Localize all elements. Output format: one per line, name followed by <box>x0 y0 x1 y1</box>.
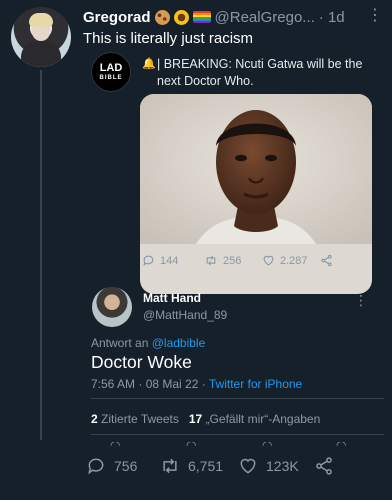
reply-icon <box>143 255 154 267</box>
reply-to-handle[interactable]: @ladbible <box>152 336 206 350</box>
retweet-count: 6,751 <box>188 458 224 474</box>
ladbible-avatar[interactable]: LAD BIBLE <box>91 52 131 92</box>
divider <box>91 434 384 435</box>
reply-icon[interactable]: ◠ <box>110 442 120 450</box>
tweet-time[interactable]: · 1d <box>319 9 345 26</box>
reply-stats: 2 Zitierte Tweets 17 „Gefällt mir“-Angab… <box>91 412 320 426</box>
author-avatar[interactable] <box>11 7 71 67</box>
author-name[interactable]: Gregorad <box>83 9 151 26</box>
reply-author-handle[interactable]: @MattHand_89 <box>143 308 227 322</box>
sunflower-icon <box>173 9 189 25</box>
share-icon <box>321 254 332 267</box>
reply-more-icon[interactable]: ⋮ <box>354 292 368 309</box>
like-icon <box>263 255 274 266</box>
quoted-retweet-count: 256 <box>223 254 242 267</box>
cookie-icon <box>154 9 170 25</box>
more-options-icon[interactable]: ⋮ <box>367 8 383 24</box>
like-icon[interactable]: ◠ <box>262 442 272 450</box>
quoted-retweet-button[interactable]: 256 <box>204 254 241 267</box>
retweet-icon <box>163 458 177 474</box>
thread-line <box>40 70 42 440</box>
quoted-tweet[interactable]: LAD BIBLE 🔔 | BREAKING: Ncuti Gatwa will… <box>82 48 384 294</box>
tweet-actions: 756 6,751 123K <box>0 456 392 484</box>
divider <box>91 398 384 399</box>
rainbow-flag-icon <box>192 11 211 23</box>
ladbible-avatar-subtext: BIBLE <box>99 75 123 81</box>
like-count: 123K <box>266 458 299 474</box>
share-button[interactable] <box>314 456 334 476</box>
author-handle[interactable]: @RealGrego... <box>215 9 315 26</box>
quoted-share-button[interactable] <box>320 254 333 267</box>
quoted-reply-count: 144 <box>160 254 179 267</box>
reply-text: Doctor Woke <box>91 352 192 372</box>
retweet-button[interactable]: 6,751 <box>160 456 223 476</box>
quoted-like-count: 2.287 <box>280 254 308 267</box>
reply-to-line: Antwort an @ladbible <box>91 336 205 350</box>
like-icon <box>240 458 256 474</box>
tweet-header: Gregorad @RealGrego... · 1d <box>83 7 345 27</box>
quoted-tweet-text: | BREAKING: Ncuti Gatwa will be the next… <box>157 57 363 88</box>
quote-count[interactable]: 2 <box>91 412 98 426</box>
reply-source[interactable]: Twitter for iPhone <box>209 377 302 391</box>
share-icon[interactable]: ◠ <box>336 442 346 450</box>
reply-icon <box>88 458 104 475</box>
reply-actions-cropped: ◠ ◠ ◠ ◠ <box>110 442 360 450</box>
like-label[interactable]: „Gefällt mir“-Angaben <box>206 412 321 426</box>
share-icon <box>316 457 332 475</box>
reply-to-label: Antwort an <box>91 336 149 350</box>
quoted-like-button[interactable]: 2.287 <box>262 254 308 267</box>
reply-count: 756 <box>114 458 138 474</box>
retweet-icon <box>206 255 216 266</box>
like-button[interactable]: 123K <box>238 456 299 476</box>
quoted-reply-button[interactable]: 144 <box>142 254 178 267</box>
ladbible-avatar-text: LAD <box>99 62 123 74</box>
reply-author-name[interactable]: Matt Hand <box>143 291 201 305</box>
reply-timestamp[interactable]: 7:56 AM · 08 Mai 22 · <box>91 377 206 391</box>
reply-author-avatar[interactable] <box>92 287 132 327</box>
tweet-text: This is literally just racism <box>83 30 254 47</box>
quote-label[interactable]: Zitierte Tweets <box>101 412 179 426</box>
reply-meta: 7:56 AM · 08 Mai 22 · Twitter for iPhone <box>91 377 302 391</box>
retweet-icon[interactable]: ◠ <box>186 442 196 450</box>
bell-icon: 🔔 <box>142 58 156 70</box>
like-count[interactable]: 17 <box>189 412 202 426</box>
reply-button[interactable]: 756 <box>86 456 137 476</box>
